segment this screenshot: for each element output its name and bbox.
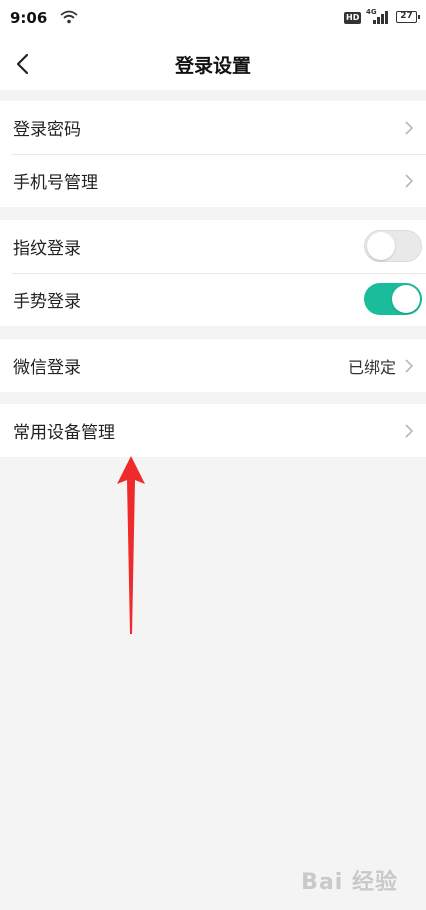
row-wechat-login[interactable]: 微信登录 已绑定: [0, 339, 426, 392]
page-title: 登录设置: [174, 55, 251, 77]
fingerprint-toggle[interactable]: [364, 230, 422, 262]
row-label: 手机号管理: [13, 173, 98, 193]
toggle-knob: [367, 232, 395, 260]
row-phone-management[interactable]: 手机号管理: [0, 154, 426, 207]
chevron-right-icon: [405, 174, 414, 188]
red-arrow-annotation: [117, 456, 145, 634]
wechat-group: 微信登录 已绑定: [0, 339, 426, 392]
hd-badge: HD: [344, 12, 362, 24]
signal-icon: [373, 11, 388, 24]
row-label: 手势登录: [13, 292, 81, 312]
watermark: Bai 经验: [301, 870, 398, 895]
chevron-right-icon: [405, 424, 414, 438]
status-bar: 9:06 HD 4G 27: [0, 0, 426, 38]
row-common-device-management[interactable]: 常用设备管理: [0, 404, 426, 457]
toggle-knob: [392, 285, 420, 313]
biometric-group: 指纹登录 手势登录: [0, 220, 426, 326]
row-label: 微信登录: [13, 358, 81, 378]
device-group: 常用设备管理: [0, 404, 426, 457]
row-fingerprint-login: 指纹登录: [0, 220, 426, 273]
battery-icon: 27: [396, 11, 420, 23]
nav-bar: 登录设置: [0, 38, 426, 90]
password-phone-group: 登录密码 手机号管理: [0, 101, 426, 207]
chevron-right-icon: [405, 359, 414, 373]
row-label: 登录密码: [13, 120, 81, 140]
row-label: 常用设备管理: [13, 423, 115, 443]
row-gesture-login: 手势登录: [0, 273, 426, 326]
row-label: 指纹登录: [13, 239, 81, 259]
status-time: 9:06: [10, 9, 48, 27]
gesture-toggle[interactable]: [364, 283, 422, 315]
chevron-right-icon: [405, 121, 414, 135]
wifi-icon: [60, 10, 78, 24]
wechat-bound-status: 已绑定: [347, 357, 396, 377]
row-login-password[interactable]: 登录密码: [0, 101, 426, 154]
